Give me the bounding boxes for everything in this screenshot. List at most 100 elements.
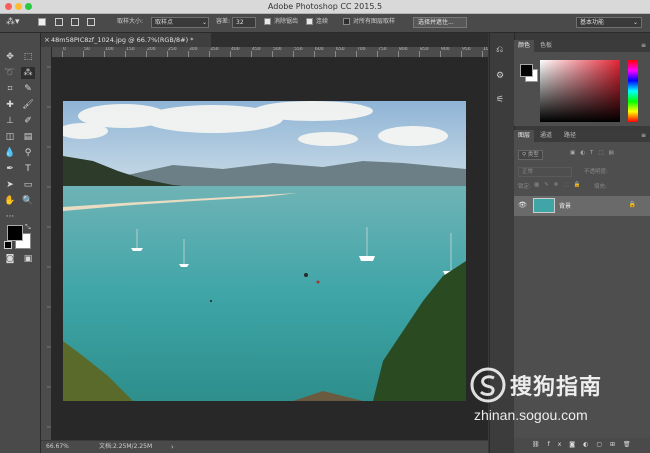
hand-tool-icon[interactable]: ✋ <box>3 195 17 207</box>
antialias-checkbox[interactable] <box>264 18 271 25</box>
chevron-down-icon: ⌄ <box>202 19 208 26</box>
antialias-label: 消除锯齿 <box>274 18 299 25</box>
adjustments-panel-icon[interactable]: ⚙ <box>496 71 504 81</box>
history-panel-icon[interactable]: ⎌ <box>496 45 503 55</box>
tab-layers[interactable]: 图层 <box>514 130 535 142</box>
ruler-tick-label: 800 <box>399 47 408 52</box>
toolbox: ✥ ⬚ ➰ ⁂ ⌗ ✎ ✚ 🖌 ⊥ ✐ ◫ ▤ 💧 ⚲ ✒ T ➤ ▭ ✋ 🔍 … <box>0 33 41 453</box>
document-tab[interactable]: × 48m58PIC8zf_1024.jpg @ 66.7%(RGB/8#) * <box>41 33 211 47</box>
document-tab-label: 48m58PIC8zf_1024.jpg @ 66.7%(RGB/8#) * <box>51 36 194 44</box>
eraser-tool-icon[interactable]: ◫ <box>3 131 17 143</box>
blur-tool-icon[interactable]: 💧 <box>3 147 17 159</box>
ruler-tick-mark <box>398 51 399 57</box>
ruler-tick-mark <box>419 51 420 57</box>
ruler-tick-mark <box>125 51 126 57</box>
ruler-tick-label: 350 <box>210 47 219 52</box>
screen-mode-icon[interactable]: ▣ <box>21 253 35 265</box>
contiguous-checkbox[interactable] <box>306 18 313 25</box>
workspace-value: 基本功能 <box>580 19 605 26</box>
lasso-tool-icon[interactable]: ➰ <box>3 67 17 79</box>
hue-slider[interactable] <box>628 60 638 122</box>
tab-paths[interactable]: 路径 <box>560 130 580 142</box>
panel-menu-icon[interactable]: ≡ <box>641 40 646 52</box>
layer-footer-icons[interactable]: ⛓fx◙◐▢⊞🗑 <box>532 441 639 448</box>
layer-thumbnail <box>533 198 555 213</box>
pen-tool-icon[interactable]: ✒ <box>3 163 17 175</box>
ruler-tick-mark <box>251 51 252 57</box>
color-field[interactable] <box>540 60 620 122</box>
opacity-label: 不透明度: <box>584 169 608 175</box>
sample-all-layers-label: 对所有图层取样 <box>353 18 396 25</box>
magic-wand-preset-icon[interactable]: ⁂▾ <box>6 16 20 29</box>
lock-icon: 🔒 <box>628 201 636 208</box>
swap-colors-icon[interactable]: ⤡ <box>25 223 31 232</box>
history-brush-icon[interactable]: ✐ <box>21 115 35 127</box>
zoom-level[interactable]: 66.67% <box>46 441 69 453</box>
watermark-url: zhinan.sogou.com <box>474 407 588 423</box>
path-selection-icon[interactable]: ➤ <box>3 179 17 191</box>
close-tab-icon[interactable]: × <box>44 33 50 47</box>
zoom-tool-icon[interactable]: 🔍 <box>21 195 35 207</box>
healing-brush-icon[interactable]: ✚ <box>3 99 17 111</box>
dodge-tool-icon[interactable]: ⚲ <box>21 147 35 159</box>
layer-name[interactable]: 背景 <box>559 201 571 210</box>
ruler-tick-label: 1000 <box>483 47 488 52</box>
status-menu-arrow-icon[interactable]: › <box>171 441 174 453</box>
eyedropper-tool-icon[interactable]: ✎ <box>21 83 35 95</box>
options-bar: ⁂▾ 取样大小: 取样点 ⌄ 容差: 32 消除锯齿 连续 对所有图层取样 选择并… <box>0 14 650 33</box>
layers-panel-tabs: 图层 通道 路径 ≡ <box>514 130 650 142</box>
filter-icons[interactable]: ▣◐T⬚▤ <box>570 150 619 156</box>
subtract-selection-icon[interactable] <box>71 18 79 26</box>
ruler-tick-mark <box>104 51 105 57</box>
select-and-mask-button[interactable]: 选择并遮住... <box>413 17 467 28</box>
layer-filter-row: ⚲ 类型 ▣◐T⬚▤ <box>514 150 650 160</box>
sample-all-layers-checkbox[interactable] <box>343 18 350 25</box>
tab-color[interactable]: 颜色 <box>514 40 535 52</box>
sample-size-select[interactable]: 取样点 ⌄ <box>151 17 209 28</box>
watermark: 搜狗指南 zhinan.sogou.com <box>470 367 630 429</box>
horizontal-ruler: 0 50 100 150 200 250 300 350 400 450 500 550 600 650 7… <box>51 47 488 58</box>
move-tool-icon[interactable]: ✥ <box>3 51 17 63</box>
ruler-tick-mark <box>356 51 357 57</box>
tolerance-input[interactable]: 32 <box>232 17 256 28</box>
ruler-tick-label: 600 <box>315 47 324 52</box>
type-tool-icon[interactable]: T <box>21 163 35 175</box>
lock-icons[interactable]: ▦✎✥⬚🔒 <box>534 182 585 188</box>
gradient-tool-icon[interactable]: ▤ <box>21 131 35 143</box>
crop-tool-icon[interactable]: ⌗ <box>3 83 17 95</box>
sample-size-value: 取样点 <box>155 19 174 26</box>
brush-tool-icon[interactable]: 🖌 <box>21 99 35 111</box>
watermark-brand: 搜狗指南 <box>510 375 603 400</box>
foreground-color-swatch[interactable] <box>7 225 23 241</box>
add-selection-icon[interactable] <box>55 18 63 26</box>
quick-mask-icon[interactable]: ◙ <box>3 253 17 265</box>
layer-filter-label: 类型 <box>527 152 539 158</box>
layer-row-background[interactable]: 👁 背景 🔒 <box>514 196 650 216</box>
document-image[interactable] <box>63 101 466 401</box>
intersect-selection-icon[interactable] <box>87 18 95 26</box>
new-selection-icon[interactable] <box>38 18 46 26</box>
window-title: Adobe Photoshop CC 2015.5 <box>267 2 383 11</box>
rectangle-tool-icon[interactable]: ▭ <box>21 179 35 191</box>
properties-panel-icon[interactable]: ⚟ <box>496 95 504 105</box>
layer-filter-select[interactable]: ⚲ 类型 <box>518 150 543 160</box>
color-panel: 颜色 色板 ≡ <box>514 40 650 126</box>
ruler-tick-mark <box>83 51 84 57</box>
panel-menu-icon[interactable]: ≡ <box>641 130 646 142</box>
magic-wand-tool-icon[interactable]: ⁂ <box>21 67 35 79</box>
workspace-select[interactable]: 基本功能 ⌄ <box>576 17 642 28</box>
marquee-tool-icon[interactable]: ⬚ <box>21 51 35 63</box>
document-size: 文档:2.25M/2.25M <box>99 443 153 450</box>
lock-row: 锁定: ▦✎✥⬚🔒 填充: <box>514 182 650 192</box>
blend-mode-select[interactable]: 正常 <box>518 167 572 177</box>
foreground-color-swatch[interactable] <box>520 64 533 77</box>
clone-stamp-icon[interactable]: ⊥ <box>3 115 17 127</box>
ruler-tick-label: 500 <box>273 47 282 52</box>
default-colors-icon[interactable] <box>4 241 12 249</box>
title-bar: Adobe Photoshop CC 2015.5 <box>0 0 650 14</box>
more-tools-icon[interactable]: ··· <box>3 211 17 223</box>
tab-channels[interactable]: 通道 <box>536 130 556 142</box>
tab-swatches[interactable]: 色板 <box>536 40 556 52</box>
eye-visibility-icon[interactable]: 👁 <box>518 201 527 209</box>
ruler-tick-label: 650 <box>336 47 345 52</box>
